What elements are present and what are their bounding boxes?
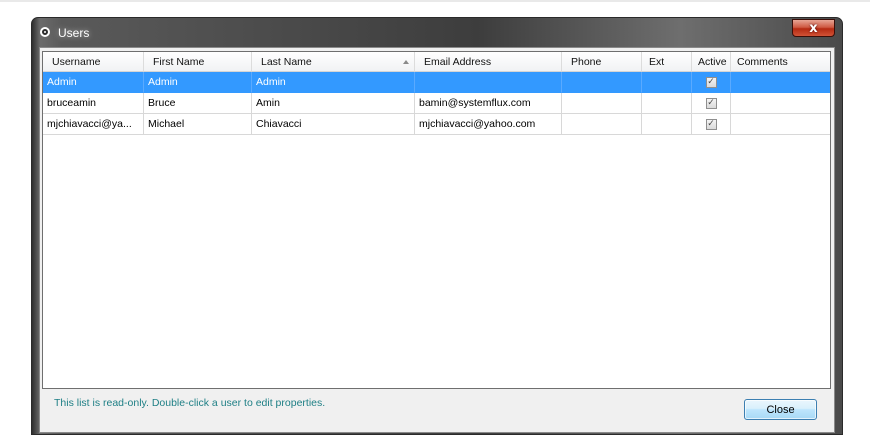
cell-comments[interactable] bbox=[731, 93, 830, 114]
cell-first-name[interactable]: Bruce bbox=[144, 93, 252, 114]
column-header-label: Phone bbox=[571, 56, 602, 68]
cell-comments[interactable] bbox=[731, 114, 830, 135]
column-header-phone[interactable]: Phone bbox=[562, 52, 642, 72]
column-header-label: First Name bbox=[153, 56, 205, 68]
close-button[interactable]: Close bbox=[744, 399, 817, 420]
active-checkbox[interactable]: ✓ bbox=[705, 97, 717, 109]
cell-email[interactable]: bamin@systemflux.com bbox=[415, 93, 562, 114]
grid-header: Username First Name Last Name Email Addr… bbox=[43, 52, 830, 72]
close-icon: x bbox=[809, 20, 818, 36]
users-grid[interactable]: Username First Name Last Name Email Addr… bbox=[42, 51, 831, 389]
read-only-hint: This list is read-only. Double-click a u… bbox=[54, 397, 326, 409]
cell-ext[interactable] bbox=[642, 72, 692, 93]
users-dialog: Users x Username First Name Last Name Em… bbox=[31, 17, 843, 435]
table-row[interactable]: mjchiavacci@ya... Michael Chiavacci mjch… bbox=[43, 114, 830, 135]
window-close-button[interactable]: x bbox=[792, 19, 835, 37]
active-checkbox[interactable]: ✓ bbox=[705, 118, 717, 130]
cell-active[interactable]: ✓ bbox=[692, 93, 731, 114]
window-title: Users bbox=[58, 26, 90, 40]
checkmark-icon: ✓ bbox=[707, 118, 715, 129]
column-header-label: Active bbox=[698, 56, 727, 68]
cell-ext[interactable] bbox=[642, 93, 692, 114]
column-header-ext[interactable]: Ext bbox=[642, 52, 692, 72]
cell-username[interactable]: bruceamin bbox=[43, 93, 144, 114]
cell-email[interactable]: mjchiavacci@yahoo.com bbox=[415, 114, 562, 135]
title-bar[interactable]: Users x bbox=[32, 18, 842, 48]
checkmark-icon: ✓ bbox=[707, 76, 715, 87]
sort-ascending-icon bbox=[403, 60, 409, 64]
cell-last-name[interactable]: Chiavacci bbox=[252, 114, 415, 135]
column-header-first-name[interactable]: First Name bbox=[144, 52, 252, 72]
checkmark-icon: ✓ bbox=[707, 97, 715, 108]
cell-last-name[interactable]: Admin bbox=[252, 72, 415, 93]
cell-last-name[interactable]: Amin bbox=[252, 93, 415, 114]
column-header-label: Comments bbox=[737, 56, 788, 68]
dialog-client-area: Username First Name Last Name Email Addr… bbox=[39, 47, 835, 433]
table-row[interactable]: Admin Admin Admin ✓ bbox=[43, 72, 830, 93]
column-header-label: Last Name bbox=[261, 56, 312, 68]
column-header-email-address[interactable]: Email Address bbox=[415, 52, 562, 72]
cell-phone[interactable] bbox=[562, 114, 642, 135]
cell-active[interactable]: ✓ bbox=[692, 114, 731, 135]
cell-first-name[interactable]: Admin bbox=[144, 72, 252, 93]
column-header-label: Username bbox=[52, 56, 101, 68]
cell-username[interactable]: Admin bbox=[43, 72, 144, 93]
window-app-icon[interactable] bbox=[40, 27, 50, 37]
cell-first-name[interactable]: Michael bbox=[144, 114, 252, 135]
cell-active[interactable]: ✓ bbox=[692, 72, 731, 93]
cell-phone[interactable] bbox=[562, 72, 642, 93]
active-checkbox[interactable]: ✓ bbox=[705, 76, 717, 88]
cell-username[interactable]: mjchiavacci@ya... bbox=[43, 114, 144, 135]
cell-ext[interactable] bbox=[642, 114, 692, 135]
table-row[interactable]: bruceamin Bruce Amin bamin@systemflux.co… bbox=[43, 93, 830, 114]
column-header-last-name[interactable]: Last Name bbox=[252, 52, 415, 72]
grid-rows: Admin Admin Admin ✓ bruceamin Bruce Amin… bbox=[43, 72, 830, 135]
column-header-username[interactable]: Username bbox=[43, 52, 144, 72]
cell-comments[interactable] bbox=[731, 72, 830, 93]
cell-phone[interactable] bbox=[562, 93, 642, 114]
column-header-label: Email Address bbox=[424, 56, 492, 68]
column-header-comments[interactable]: Comments bbox=[731, 52, 830, 72]
cell-email[interactable] bbox=[415, 72, 562, 93]
top-edge-line bbox=[0, 0, 870, 2]
column-header-active[interactable]: Active bbox=[692, 52, 731, 72]
column-header-label: Ext bbox=[649, 56, 665, 68]
